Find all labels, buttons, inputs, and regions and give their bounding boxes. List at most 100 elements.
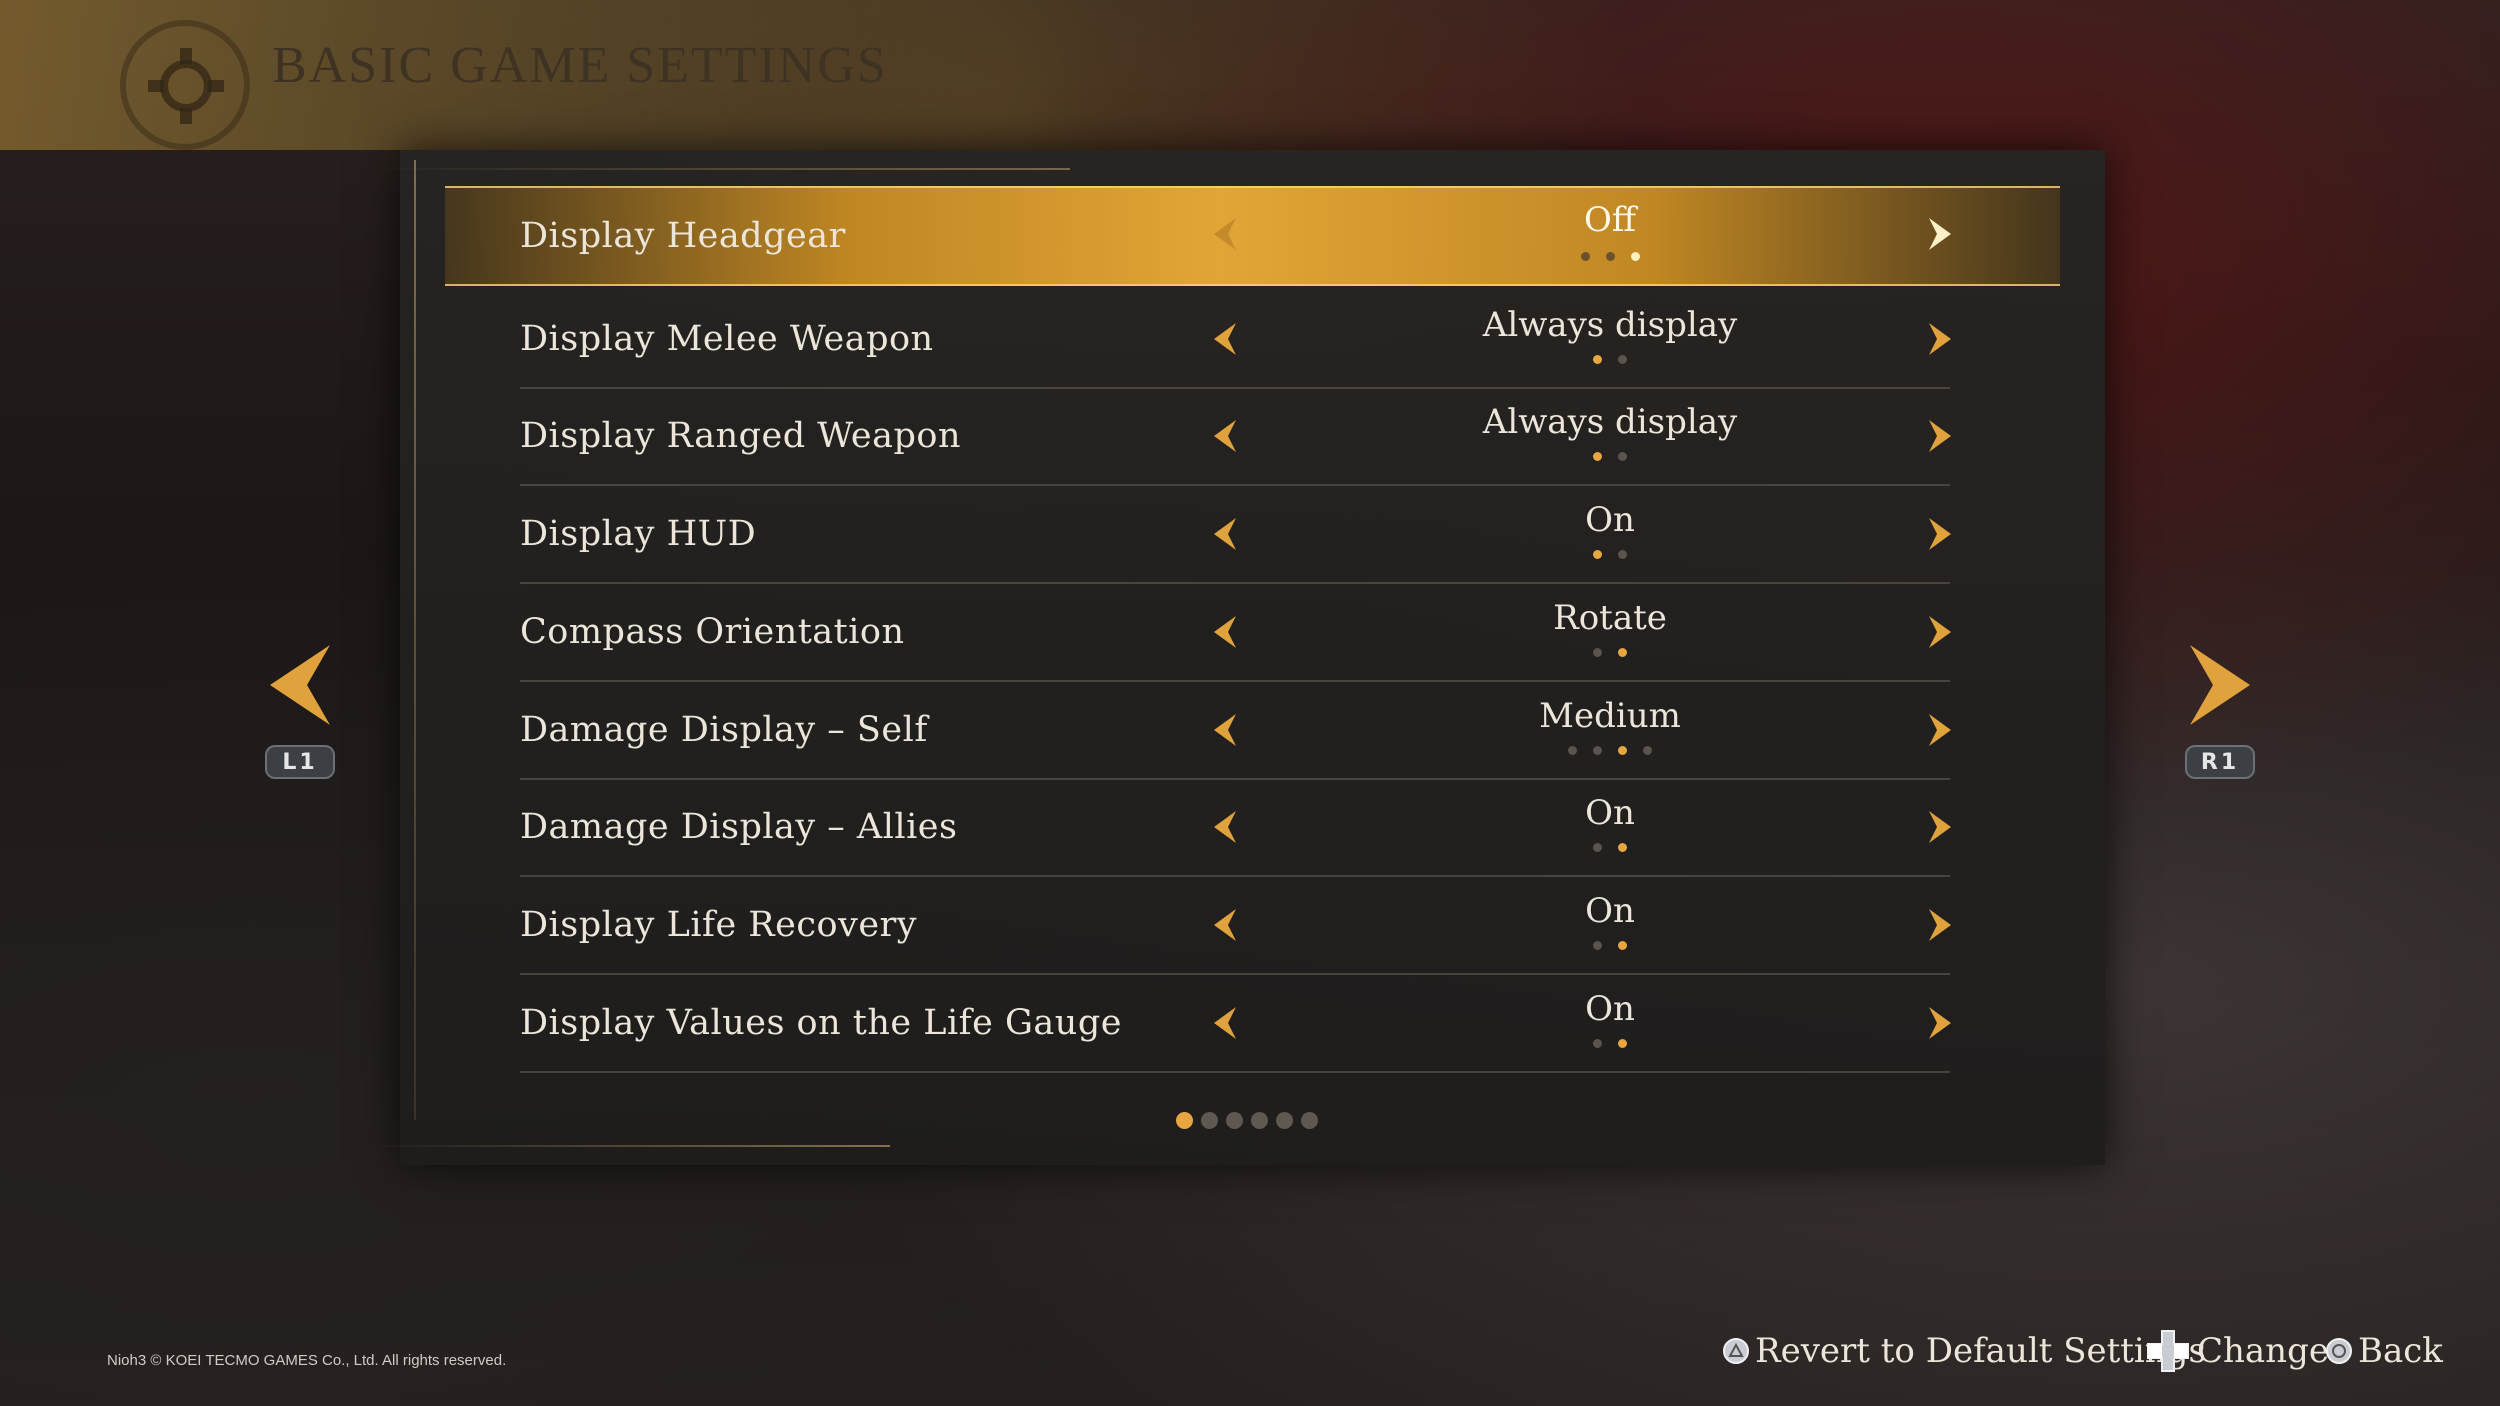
copyright-text: Nioh3 © KOEI TECMO GAMES Co., Ltd. All r…: [107, 1352, 507, 1369]
option-dot: [1618, 452, 1627, 462]
option-dot: [1593, 452, 1602, 462]
option-dot: [1593, 354, 1602, 364]
option-indicator: [1340, 745, 1880, 755]
dpad-icon: [2147, 1330, 2189, 1372]
page-dot: [1201, 1112, 1218, 1129]
chevron-right-icon: [2190, 645, 2250, 725]
l1-button-badge: L1: [265, 745, 335, 779]
setting-row-compass-orientation[interactable]: Compass Orientation Rotate: [520, 584, 1951, 682]
setting-label: Display Melee Weapon: [520, 318, 934, 359]
option-indicator: [1340, 1038, 1880, 1048]
option-dot: [1618, 940, 1627, 950]
page-dot: [1226, 1112, 1243, 1129]
setting-row-damage-display-allies[interactable]: Damage Display – Allies On: [520, 779, 1951, 878]
page-dot: [1251, 1112, 1268, 1129]
setting-label: Damage Display – Self: [520, 709, 928, 750]
option-dot: [1593, 745, 1602, 755]
chevron-right-icon[interactable]: [1925, 418, 1955, 454]
option-dot: [1593, 843, 1602, 853]
setting-label: Damage Display – Allies: [520, 807, 958, 848]
chevron-right-icon[interactable]: [1925, 1005, 1955, 1041]
chevron-left-icon[interactable]: [1210, 418, 1240, 454]
option-dot: [1593, 647, 1602, 657]
setting-row-display-melee-weapon[interactable]: Display Melee Weapon Always display: [520, 291, 1951, 389]
setting-value: Off: [1583, 200, 1637, 240]
prev-page-button[interactable]: L1: [265, 640, 335, 779]
chevron-right-icon[interactable]: [1925, 907, 1955, 943]
chevron-right-icon[interactable]: [1925, 516, 1955, 552]
option-dot: [1593, 550, 1602, 560]
chevron-right-icon[interactable]: [1925, 216, 1955, 252]
chevron-left-icon[interactable]: [1210, 809, 1240, 845]
setting-row-display-headgear[interactable]: Display Headgear Off: [445, 186, 2060, 286]
setting-row-display-hud[interactable]: Display HUD On: [520, 486, 1951, 585]
option-dot: [1618, 550, 1627, 560]
panel-border-left: [414, 160, 416, 1120]
setting-value: On: [1585, 500, 1635, 541]
option-dot: [1580, 252, 1590, 261]
setting-value: On: [1585, 988, 1635, 1029]
option-indicator: [1340, 252, 1880, 261]
option-indicator: [1340, 354, 1880, 364]
chevron-left-icon[interactable]: [1210, 516, 1240, 552]
chevron-left-icon[interactable]: [1210, 614, 1240, 650]
page-dot: [1176, 1112, 1193, 1129]
option-dot: [1630, 252, 1640, 261]
change-label: Change: [2197, 1331, 2329, 1371]
setting-value: On: [1585, 890, 1635, 931]
chevron-right-icon[interactable]: [1925, 809, 1955, 845]
setting-value: Always display: [1482, 304, 1738, 345]
setting-row-display-values-on-the-life-gauge[interactable]: Display Values on the Life Gauge On: [520, 975, 1951, 1073]
triangle-button-icon: [1723, 1338, 1749, 1364]
setting-value: Rotate: [1553, 597, 1667, 638]
setting-value: On: [1585, 793, 1635, 834]
chevron-left-icon[interactable]: [1210, 907, 1240, 943]
option-dot: [1593, 940, 1602, 950]
option-dot: [1605, 252, 1615, 261]
option-indicator: [1340, 452, 1880, 462]
page-dot: [1276, 1112, 1293, 1129]
option-dot: [1568, 745, 1577, 755]
setting-row-display-ranged-weapon[interactable]: Display Ranged Weapon Always display: [520, 388, 1951, 487]
chevron-left-icon[interactable]: [1210, 1005, 1240, 1041]
panel-border-bottom: [370, 1145, 890, 1147]
option-dot: [1618, 745, 1627, 755]
chevron-left-icon[interactable]: [1210, 216, 1240, 252]
setting-label: Display Headgear: [520, 216, 846, 256]
setting-row-damage-display-self[interactable]: Damage Display – Self Medium: [520, 682, 1951, 780]
option-indicator: [1340, 940, 1880, 950]
setting-label: Display HUD: [520, 514, 757, 555]
chevron-right-icon[interactable]: [1925, 712, 1955, 748]
option-dot: [1618, 843, 1627, 853]
circle-button-icon: [2326, 1338, 2352, 1364]
option-dot: [1643, 745, 1652, 755]
next-page-button[interactable]: R1: [2185, 640, 2255, 779]
setting-label: Display Ranged Weapon: [520, 416, 962, 457]
option-dot: [1593, 1038, 1602, 1048]
r1-button-badge: R1: [2185, 745, 2255, 779]
gear-icon: [120, 20, 250, 150]
chevron-left-icon: [270, 645, 330, 725]
setting-value: Always display: [1482, 402, 1738, 443]
setting-label: Display Life Recovery: [520, 904, 918, 945]
setting-label: Display Values on the Life Gauge: [520, 1002, 1122, 1043]
option-indicator: [1340, 550, 1880, 560]
page-dot: [1301, 1112, 1318, 1129]
revert-label: Revert to Default Settings: [1755, 1331, 2206, 1371]
option-indicator: [1340, 843, 1880, 853]
panel-border-top: [370, 168, 1070, 170]
option-dot: [1618, 647, 1627, 657]
chevron-right-icon[interactable]: [1925, 321, 1955, 357]
setting-value: Medium: [1539, 695, 1681, 736]
chevron-left-icon[interactable]: [1210, 321, 1240, 357]
setting-label: Compass Orientation: [520, 611, 905, 652]
option-dot: [1618, 1038, 1627, 1048]
page-title: Basic Game Settings: [272, 37, 888, 94]
setting-row-display-life-recovery[interactable]: Display Life Recovery On: [520, 877, 1951, 975]
chevron-left-icon[interactable]: [1210, 712, 1240, 748]
revert-defaults-button[interactable]: Revert to Default Settings: [1723, 1326, 2206, 1376]
chevron-right-icon[interactable]: [1925, 614, 1955, 650]
change-button[interactable]: Change: [2145, 1326, 2329, 1376]
back-button[interactable]: Back: [2326, 1326, 2443, 1376]
option-dot: [1618, 354, 1627, 364]
